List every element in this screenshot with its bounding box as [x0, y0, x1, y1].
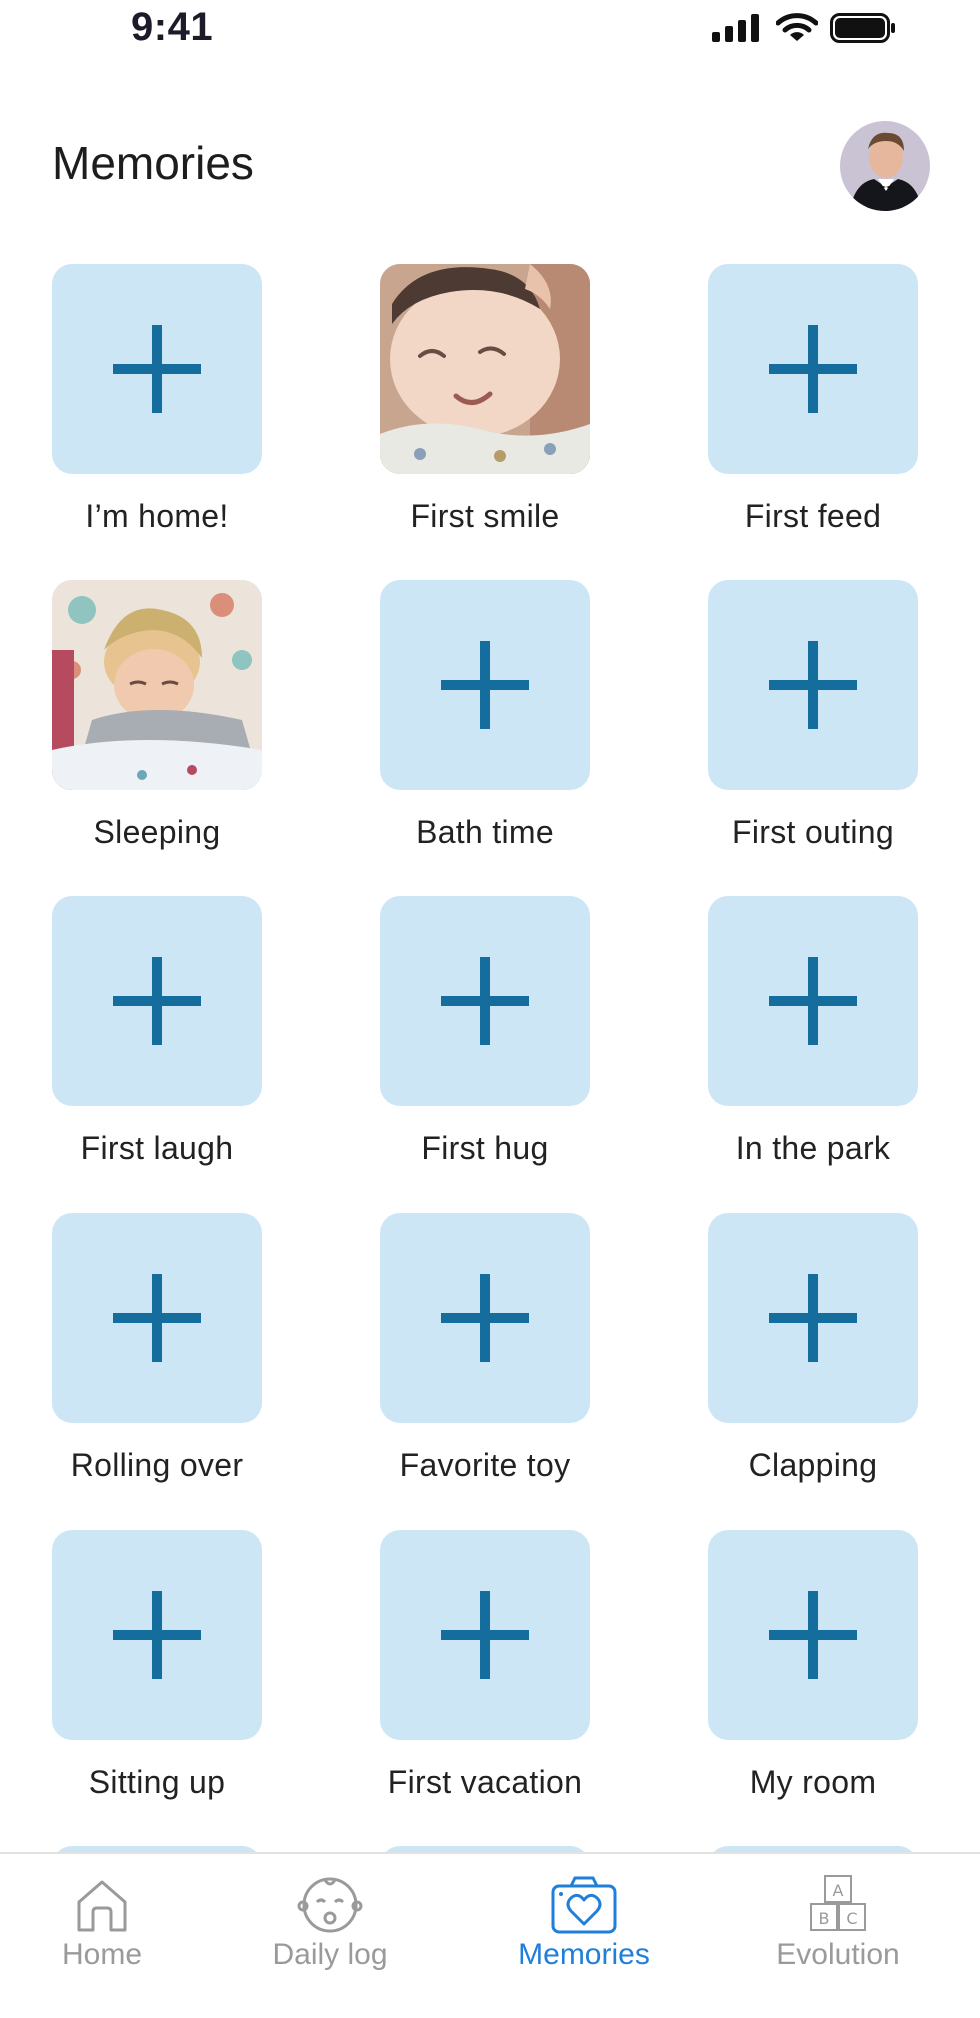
memory-label: Rolling over	[70, 1447, 244, 1483]
add-memory-button[interactable]	[52, 264, 262, 474]
memory-tile[interactable]: Sleeping	[52, 580, 262, 850]
memory-tile[interactable]: First hug	[380, 896, 590, 1166]
plus-icon	[769, 1591, 857, 1679]
memory-tile[interactable]: First feed	[708, 264, 918, 534]
plus-icon	[113, 1591, 201, 1679]
bottom-nav: Home Daily log Memories A B C Evolution	[0, 1852, 980, 2018]
add-memory-button[interactable]	[380, 580, 590, 790]
add-memory-button[interactable]	[52, 896, 262, 1106]
add-memory-button[interactable]	[708, 1213, 918, 1423]
memory-label: First feed	[744, 498, 882, 534]
svg-text:C: C	[846, 1909, 857, 1928]
add-memory-button[interactable]	[380, 1530, 590, 1740]
memory-tile[interactable]: I’m home!	[52, 264, 262, 534]
plus-icon	[441, 641, 529, 729]
plus-icon	[441, 1591, 529, 1679]
plus-icon	[769, 1274, 857, 1362]
plus-icon	[769, 957, 857, 1045]
plus-icon	[113, 1274, 201, 1362]
memory-tile[interactable]: First laugh	[52, 896, 262, 1166]
memory-photo[interactable]	[52, 580, 262, 790]
nav-item-memories[interactable]: Memories	[484, 1874, 684, 1994]
memory-tile[interactable]: Bath time	[380, 580, 590, 850]
add-memory-button[interactable]	[52, 1530, 262, 1740]
nav-item-evolution[interactable]: A B C Evolution	[738, 1874, 938, 1994]
abc-blocks-icon: A B C	[810, 1875, 866, 1931]
plus-icon	[441, 957, 529, 1045]
memory-tile[interactable]: Rolling over	[52, 1213, 262, 1483]
home-icon	[77, 1880, 127, 1932]
add-memory-button[interactable]	[708, 896, 918, 1106]
memory-label: In the park	[735, 1130, 891, 1166]
memory-tile[interactable]: In the park	[708, 896, 918, 1166]
nav-label: Daily log	[272, 1938, 388, 1971]
memory-label: Sitting up	[88, 1764, 226, 1800]
memory-label: Bath time	[416, 814, 554, 850]
svg-text:B: B	[819, 1909, 830, 1928]
memory-label: First smile	[410, 498, 560, 534]
add-memory-button[interactable]	[380, 896, 590, 1106]
memory-tile[interactable]: Clapping	[708, 1213, 918, 1483]
add-memory-button[interactable]	[52, 1213, 262, 1423]
plus-icon	[113, 957, 201, 1045]
add-memory-button[interactable]	[380, 1213, 590, 1423]
nav-label: Evolution	[776, 1938, 900, 1971]
memory-label: First laugh	[80, 1130, 234, 1166]
add-memory-button[interactable]	[708, 264, 918, 474]
memory-tile[interactable]: My room	[708, 1530, 918, 1800]
memories-grid: I’m home! First smile First feed Sleepin…	[0, 0, 980, 1852]
memory-label: Clapping	[748, 1447, 878, 1483]
memory-label: I’m home!	[85, 498, 229, 534]
nav-item-daily-log[interactable]: Daily log	[230, 1874, 430, 1994]
nav-label: Memories	[518, 1938, 650, 1971]
memory-tile[interactable]: First smile	[380, 264, 590, 534]
camera-heart-icon	[551, 1876, 617, 1934]
memory-label: Sleeping	[93, 814, 221, 850]
svg-text:A: A	[833, 1881, 844, 1900]
memory-photo[interactable]	[380, 264, 590, 474]
baby-sleeping-photo	[52, 580, 262, 790]
plus-icon	[113, 325, 201, 413]
memory-label: Favorite toy	[399, 1447, 571, 1483]
memory-label: First hug	[421, 1130, 549, 1166]
memory-tile[interactable]: First vacation	[380, 1530, 590, 1800]
plus-icon	[769, 325, 857, 413]
nav-label: Home	[61, 1938, 143, 1971]
baby-face-icon	[297, 1877, 363, 1933]
memory-tile[interactable]: First outing	[708, 580, 918, 850]
baby-smile-photo	[380, 264, 590, 474]
add-memory-button[interactable]	[708, 580, 918, 790]
plus-icon	[441, 1274, 529, 1362]
memory-tile[interactable]: Sitting up	[52, 1530, 262, 1800]
memory-label: First vacation	[387, 1764, 583, 1800]
plus-icon	[769, 641, 857, 729]
add-memory-button[interactable]	[708, 1530, 918, 1740]
memory-label: First outing	[732, 814, 894, 850]
memory-tile[interactable]: Favorite toy	[380, 1213, 590, 1483]
memory-label: My room	[749, 1764, 877, 1800]
nav-item-home[interactable]: Home	[2, 1874, 202, 1994]
